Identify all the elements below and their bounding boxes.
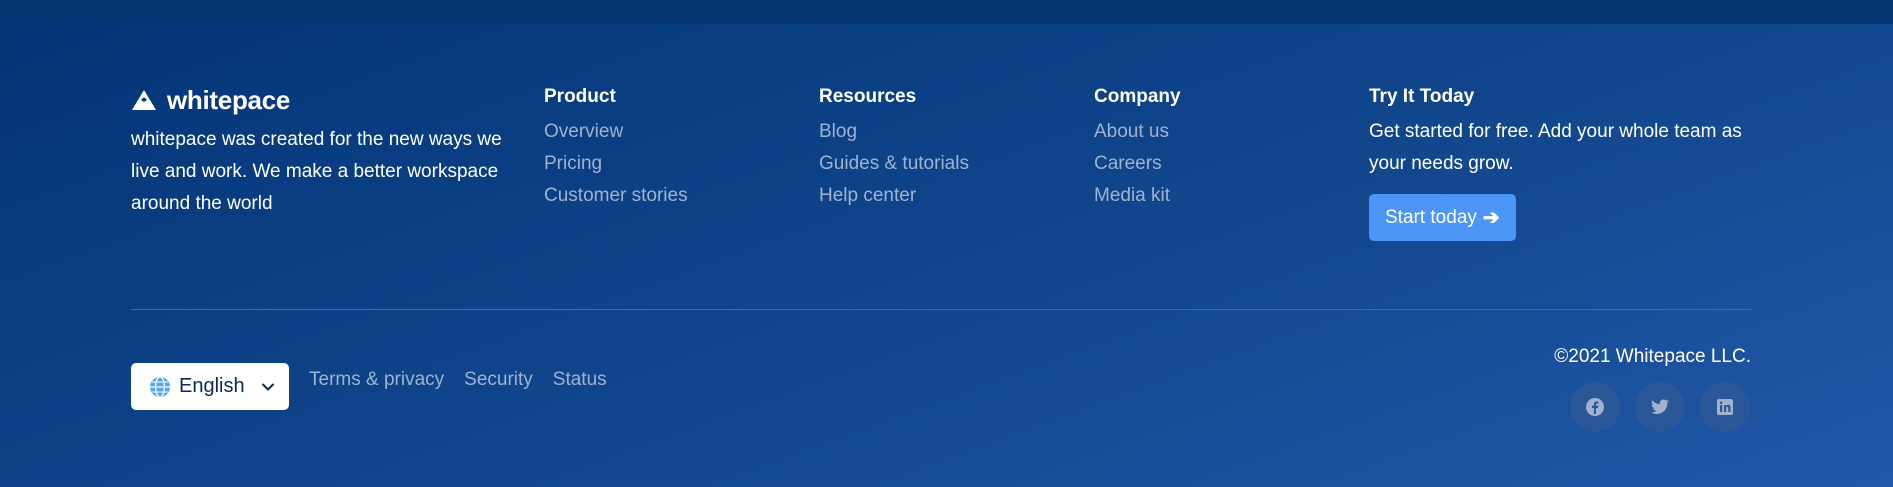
mountain-logo-icon bbox=[132, 90, 156, 110]
footer-divider bbox=[131, 309, 1751, 310]
resources-link-guides[interactable]: Guides & tutorials bbox=[819, 148, 969, 180]
resources-column: Resources Blog Guides & tutorials Help c… bbox=[819, 86, 969, 212]
company-column: Company About us Careers Media kit bbox=[1094, 86, 1181, 212]
resources-link-blog[interactable]: Blog bbox=[819, 116, 969, 148]
company-link-careers[interactable]: Careers bbox=[1094, 148, 1181, 180]
company-heading: Company bbox=[1094, 86, 1181, 107]
logo[interactable]: whitepace bbox=[131, 84, 511, 115]
twitter-icon bbox=[1651, 399, 1669, 415]
language-selector[interactable]: English bbox=[131, 363, 289, 410]
start-today-label: Start today bbox=[1385, 206, 1477, 228]
start-today-button[interactable]: Start today ➔ bbox=[1369, 194, 1516, 241]
chevron-down-icon bbox=[262, 383, 274, 390]
product-heading: Product bbox=[544, 86, 616, 107]
facebook-button[interactable] bbox=[1570, 382, 1620, 432]
product-link-customer-stories[interactable]: Customer stories bbox=[544, 180, 688, 212]
copyright-text: ©2021 Whitepace LLC. bbox=[1554, 346, 1751, 367]
facebook-icon bbox=[1586, 398, 1604, 416]
brand-section: whitepace whitepace was created for the … bbox=[131, 84, 511, 220]
try-today-heading: Try It Today bbox=[1369, 86, 1475, 107]
security-link[interactable]: Security bbox=[464, 367, 533, 393]
resources-link-help-center[interactable]: Help center bbox=[819, 180, 969, 212]
globe-icon bbox=[150, 375, 170, 398]
brand-description: whitepace was created for the new ways w… bbox=[131, 129, 502, 214]
social-links bbox=[1570, 382, 1750, 432]
terms-privacy-link[interactable]: Terms & privacy bbox=[309, 367, 444, 393]
logo-text: whitepace bbox=[167, 84, 291, 115]
try-today-column: Try It Today Get started for free. Add y… bbox=[1369, 86, 1769, 241]
language-label: English bbox=[179, 375, 245, 397]
product-link-overview[interactable]: Overview bbox=[544, 116, 688, 148]
arrow-right-icon: ➔ bbox=[1482, 207, 1500, 229]
try-today-description: Get started for free. Add your whole tea… bbox=[1369, 121, 1742, 174]
legal-links: Terms & privacy Security Status bbox=[309, 367, 627, 393]
company-link-media-kit[interactable]: Media kit bbox=[1094, 180, 1181, 212]
company-link-about-us[interactable]: About us bbox=[1094, 116, 1181, 148]
resources-heading: Resources bbox=[819, 86, 917, 107]
product-column: Product Overview Pricing Customer storie… bbox=[544, 86, 688, 212]
status-link[interactable]: Status bbox=[553, 367, 607, 393]
twitter-button[interactable] bbox=[1635, 382, 1685, 432]
product-link-pricing[interactable]: Pricing bbox=[544, 148, 688, 180]
top-band bbox=[0, 0, 1893, 24]
linkedin-icon bbox=[1717, 399, 1733, 415]
linkedin-button[interactable] bbox=[1700, 382, 1750, 432]
